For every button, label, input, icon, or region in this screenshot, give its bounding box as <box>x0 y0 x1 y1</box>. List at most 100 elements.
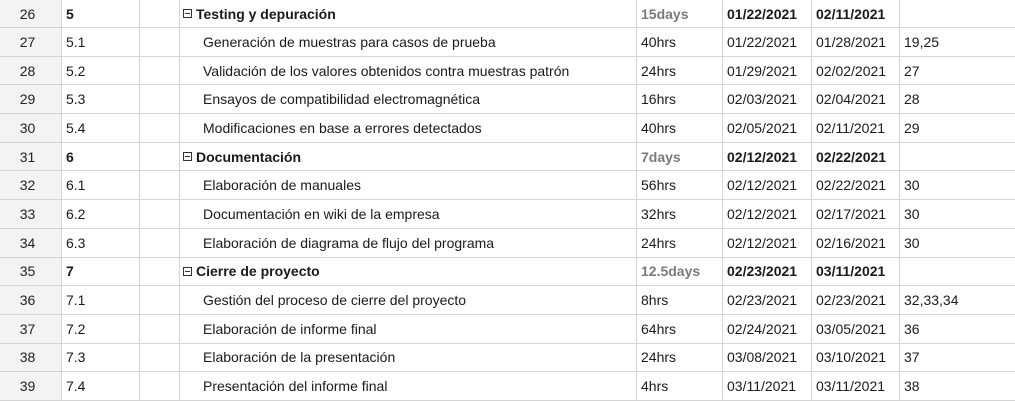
wbs-cell[interactable]: 7.3 <box>62 343 140 372</box>
task-row[interactable]: 36 7.1 Gestión del proceso de cierre del p… <box>0 286 1015 315</box>
predecessors-cell[interactable]: 38 <box>900 372 1015 400</box>
task-name-cell[interactable]: Elaboración de informe final <box>180 314 637 343</box>
predecessors-cell[interactable]: 19,25 <box>900 28 1015 56</box>
duration-cell[interactable]: 56hrs <box>637 171 723 200</box>
start-date-cell[interactable]: 02/12/2021 <box>723 200 812 228</box>
task-row[interactable]: 39 7.4 Presentación del informe final 4hrs 0… <box>0 372 1015 401</box>
wbs-cell[interactable]: 6.2 <box>62 200 140 228</box>
start-date-cell[interactable]: 02/12/2021 <box>723 142 812 171</box>
duration-cell[interactable]: 40hrs <box>637 114 723 142</box>
duration-cell[interactable]: 15days <box>637 0 723 27</box>
predecessors-cell[interactable]: 29 <box>900 114 1015 142</box>
end-date-cell[interactable]: 02/11/2021 <box>812 114 900 142</box>
start-date-cell[interactable]: 01/22/2021 <box>723 0 812 27</box>
predecessors-cell[interactable] <box>900 0 1015 27</box>
end-date-cell[interactable]: 01/28/2021 <box>812 28 900 56</box>
task-name-cell[interactable]: Generación de muestras para casos de pru… <box>180 28 637 56</box>
duration-cell[interactable]: 7days <box>637 142 723 171</box>
end-date-cell[interactable]: 02/23/2021 <box>812 286 900 314</box>
task-name-cell[interactable]: Gestión del proceso de cierre del proyec… <box>180 286 637 314</box>
start-date-cell[interactable]: 02/03/2021 <box>723 85 812 114</box>
task-row[interactable]: 37 7.2 Elaboración de informe final 64hrs 02… <box>0 314 1015 344</box>
task-name-cell[interactable]: Ensayos de compatibilidad electromagnéti… <box>180 85 637 114</box>
wbs-cell[interactable]: 6.1 <box>62 171 140 200</box>
start-date-cell[interactable]: 02/05/2021 <box>723 114 812 142</box>
task-name-cell[interactable]: Cierre de proyecto <box>180 257 637 286</box>
wbs-cell[interactable]: 7.2 <box>62 314 140 343</box>
predecessors-cell[interactable]: 27 <box>900 57 1015 85</box>
duration-cell[interactable]: 64hrs <box>637 314 723 343</box>
collapse-icon[interactable] <box>183 152 192 162</box>
duration-cell[interactable]: 12.5days <box>637 257 723 286</box>
task-row[interactable]: 32 6.1 Elaboración de manuales 56hrs 02/12/2… <box>0 171 1015 201</box>
wbs-cell[interactable]: 7.1 <box>62 286 140 314</box>
duration-cell[interactable]: 8hrs <box>637 286 723 314</box>
task-name-cell[interactable]: Testing y depuración <box>180 0 637 27</box>
summary-task-row[interactable]: 35 7 Cierre de proyecto 12.5days 02/23/2021 0… <box>0 257 1015 287</box>
wbs-cell[interactable]: 7.4 <box>62 372 140 400</box>
end-date-cell[interactable]: 03/05/2021 <box>812 314 900 343</box>
start-date-cell[interactable]: 02/12/2021 <box>723 171 812 200</box>
task-row[interactable]: 29 5.3 Ensayos de compatibilidad electroma… <box>0 85 1015 115</box>
wbs-cell[interactable]: 5.4 <box>62 114 140 142</box>
task-row[interactable]: 27 5.1 Generación de muestras para casos d… <box>0 28 1015 57</box>
task-name-cell[interactable]: Elaboración de la presentación <box>180 343 637 372</box>
predecessors-cell[interactable]: 36 <box>900 315 1015 343</box>
summary-task-row[interactable]: 31 6 Documentación 7days 02/12/2021 02/22/202… <box>0 142 1015 172</box>
end-date-cell[interactable]: 03/11/2021 <box>812 372 900 400</box>
duration-cell[interactable]: 32hrs <box>637 200 723 228</box>
task-row[interactable]: 28 5.2 Validación de los valores obtenidos… <box>0 56 1015 86</box>
start-date-cell[interactable]: 03/08/2021 <box>723 343 812 372</box>
end-date-cell[interactable]: 02/16/2021 <box>812 228 900 257</box>
task-name-cell[interactable]: Modificaciones en base a errores detecta… <box>180 114 637 142</box>
predecessors-cell[interactable]: 30 <box>900 171 1015 199</box>
predecessors-cell[interactable]: 30 <box>900 229 1015 257</box>
collapse-icon[interactable] <box>183 266 192 276</box>
wbs-cell[interactable]: 6.3 <box>62 228 140 257</box>
task-row[interactable]: 33 6.2 Documentación en wiki de la empresa… <box>0 200 1015 229</box>
end-date-cell[interactable]: 02/04/2021 <box>812 85 900 114</box>
task-row[interactable]: 30 5.4 Modificaciones en base a errores de… <box>0 114 1015 143</box>
wbs-cell[interactable]: 5.1 <box>62 28 140 56</box>
start-date-cell[interactable]: 02/12/2021 <box>723 228 812 257</box>
wbs-cell[interactable]: 5.2 <box>62 56 140 85</box>
predecessors-cell[interactable] <box>900 143 1015 171</box>
predecessors-cell[interactable]: 37 <box>900 344 1015 372</box>
duration-cell[interactable]: 16hrs <box>637 85 723 114</box>
task-row[interactable]: 34 6.3 Elaboración de diagrama de flujo de… <box>0 228 1015 258</box>
predecessors-cell[interactable]: 30 <box>900 200 1015 228</box>
end-date-cell[interactable]: 02/22/2021 <box>812 171 900 200</box>
task-name-cell[interactable]: Validación de los valores obtenidos cont… <box>180 56 637 85</box>
end-date-cell[interactable]: 02/22/2021 <box>812 142 900 171</box>
end-date-cell[interactable]: 03/11/2021 <box>812 257 900 286</box>
wbs-cell[interactable]: 6 <box>62 142 140 171</box>
wbs-cell[interactable]: 5 <box>62 0 140 27</box>
task-name-cell[interactable]: Elaboración de diagrama de flujo del pro… <box>180 228 637 257</box>
collapse-icon[interactable] <box>183 9 192 18</box>
end-date-cell[interactable]: 03/10/2021 <box>812 343 900 372</box>
predecessors-cell[interactable] <box>900 258 1015 286</box>
summary-task-row[interactable]: 26 5 Testing y depuración 15days 01/22/2021 0… <box>0 0 1015 28</box>
duration-cell[interactable]: 24hrs <box>637 228 723 257</box>
start-date-cell[interactable]: 03/11/2021 <box>723 372 812 400</box>
predecessors-cell[interactable]: 32,33,34 <box>900 286 1015 314</box>
duration-cell[interactable]: 24hrs <box>637 343 723 372</box>
start-date-cell[interactable]: 02/23/2021 <box>723 286 812 314</box>
predecessors-cell[interactable]: 28 <box>900 85 1015 113</box>
end-date-cell[interactable]: 02/11/2021 <box>812 0 900 27</box>
task-name-cell[interactable]: Documentación <box>180 142 637 171</box>
duration-cell[interactable]: 4hrs <box>637 372 723 400</box>
start-date-cell[interactable]: 02/24/2021 <box>723 314 812 343</box>
start-date-cell[interactable]: 01/29/2021 <box>723 56 812 85</box>
start-date-cell[interactable]: 01/22/2021 <box>723 28 812 56</box>
start-date-cell[interactable]: 02/23/2021 <box>723 257 812 286</box>
end-date-cell[interactable]: 02/17/2021 <box>812 200 900 228</box>
wbs-cell[interactable]: 5.3 <box>62 85 140 114</box>
wbs-cell[interactable]: 7 <box>62 257 140 286</box>
task-name-cell[interactable]: Elaboración de manuales <box>180 171 637 200</box>
end-date-cell[interactable]: 02/02/2021 <box>812 56 900 85</box>
task-row[interactable]: 38 7.3 Elaboración de la presentación 24hrs… <box>0 343 1015 373</box>
duration-cell[interactable]: 40hrs <box>637 28 723 56</box>
task-name-cell[interactable]: Presentación del informe final <box>180 372 637 400</box>
task-name-cell[interactable]: Documentación en wiki de la empresa <box>180 200 637 228</box>
